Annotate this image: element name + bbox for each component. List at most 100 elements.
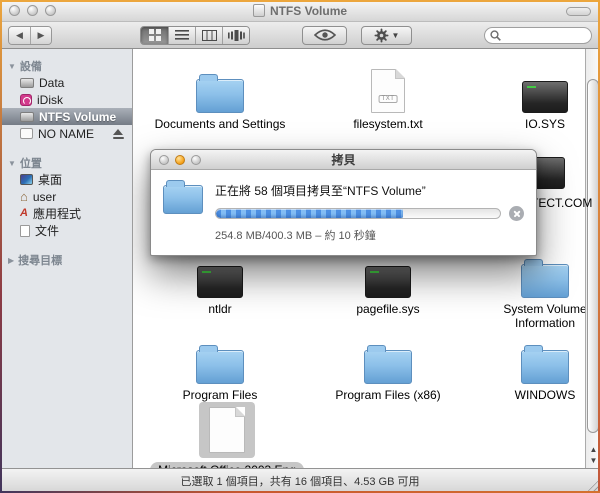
close-button[interactable]: [9, 5, 20, 16]
file-item[interactable]: WINDOWS: [470, 338, 600, 402]
devices-header-label: 設備: [20, 58, 42, 74]
copy-status-text: 正在將 58 個項目拷貝至“NTFS Volume”: [215, 182, 524, 199]
status-text: 已選取 1 個項目，共有 16 個項目、4.53 GB 可用: [181, 473, 420, 489]
sidebar-item-data[interactable]: Data: [0, 74, 132, 91]
sidebar-item-label: 應用程式: [33, 205, 81, 222]
file-item[interactable]: System Volume Information: [470, 252, 600, 330]
back-button[interactable]: ◀: [9, 27, 30, 44]
file-label: pagefile.sys: [356, 302, 419, 316]
back-icon: ◀: [16, 30, 23, 41]
file-label: filesystem.txt: [353, 117, 422, 131]
sidebar-item-label: 桌面: [38, 171, 62, 188]
file-item[interactable]: TXT filesystem.txt: [313, 67, 463, 131]
folder-icon: [196, 350, 244, 384]
file-label: System Volume Information: [489, 302, 600, 330]
toolbar: ◀ ▶: [0, 22, 600, 49]
search-field[interactable]: [484, 27, 592, 44]
file-item[interactable]: pagefile.sys: [313, 252, 463, 316]
screenshot-border: [0, 0, 2, 493]
finder-window: NTFS Volume ◀ ▶: [0, 0, 600, 493]
disclosure-triangle-icon: ▼: [8, 159, 16, 168]
quick-look-button[interactable]: [302, 26, 347, 45]
dialog-titlebar[interactable]: 拷貝: [151, 150, 536, 170]
copy-folder-icon: [163, 185, 203, 214]
column-view-icon: [202, 30, 217, 41]
minimize-button[interactable]: [27, 5, 38, 16]
dos-executable-icon: [197, 266, 243, 298]
file-item-selected[interactable]: Microsoft.Office.2003.Eng: [142, 400, 312, 468]
sidebar-item-label: NTFS Volume: [39, 110, 116, 124]
file-label: TECT.COM: [531, 196, 592, 210]
volume-proxy-icon: [253, 4, 265, 17]
folder-icon: [364, 350, 412, 384]
copy-detail-text: 254.8 MB/400.3 MB – 約 10 秒鐘: [215, 227, 524, 243]
sidebar-item-no-name[interactable]: NO NAME: [0, 125, 132, 142]
sidebar-section-places[interactable]: ▼ 位置: [0, 155, 132, 171]
sidebar-item-label: user: [33, 190, 56, 204]
selection-highlight: [199, 402, 255, 458]
gear-icon: [374, 28, 389, 43]
zoom-button[interactable]: [45, 5, 56, 16]
disclosure-triangle-icon: ▼: [8, 62, 16, 71]
grid-view-icon: [149, 29, 161, 41]
copy-progress-dialog: 拷貝 正在將 58 個項目拷貝至“NTFS Volume” 254.8 MB/4…: [150, 149, 537, 256]
view-switcher: [140, 26, 250, 45]
folder-icon: [521, 350, 569, 384]
file-item[interactable]: Documents and Settings: [145, 67, 295, 131]
column-view-button[interactable]: [195, 27, 222, 44]
eject-icon[interactable]: [113, 129, 124, 139]
scroll-up-icon[interactable]: ▲: [590, 444, 598, 455]
sidebar-item-label: Data: [39, 76, 64, 90]
sidebar-item-ntfs-volume[interactable]: NTFS Volume: [0, 108, 132, 125]
sidebar: ▼ 設備 Data iDisk NTFS Volume NO NAME: [0, 49, 133, 468]
file-label: WINDOWS: [515, 388, 576, 402]
chevron-down-icon: ▼: [392, 31, 400, 40]
copy-progress-bar: [215, 208, 501, 219]
sidebar-item-label: NO NAME: [38, 127, 94, 141]
file-label: Documents and Settings: [155, 117, 286, 131]
file-label: Program Files (x86): [335, 388, 440, 402]
sidebar-item-applications[interactable]: A 應用程式: [0, 205, 132, 222]
txt-file-icon: TXT: [371, 69, 405, 113]
dos-executable-icon: [365, 266, 411, 298]
sidebar-section-search-for[interactable]: ▶ 搜尋目標: [0, 252, 132, 268]
removable-drive-icon: [20, 128, 33, 139]
toolbar-toggle-button[interactable]: [566, 7, 591, 16]
folder-icon: [521, 264, 569, 298]
list-view-button[interactable]: [168, 27, 195, 44]
window-controls: [9, 5, 56, 16]
sidebar-section-devices[interactable]: ▼ 設備: [0, 58, 132, 74]
coverflow-view-icon: [228, 30, 245, 41]
list-view-icon: [175, 30, 189, 40]
sidebar-item-desktop[interactable]: 桌面: [0, 171, 132, 188]
scroll-down-icon[interactable]: ▼: [590, 455, 598, 466]
file-item[interactable]: Program Files: [145, 338, 295, 402]
coverflow-view-button[interactable]: [222, 27, 249, 44]
file-label: ntldr: [208, 302, 231, 316]
icon-view-button[interactable]: [141, 27, 168, 44]
sidebar-item-idisk[interactable]: iDisk: [0, 91, 132, 108]
screenshot-border: [0, 0, 600, 2]
desktop-icon: [20, 174, 33, 185]
document-icon: [20, 225, 30, 237]
dos-executable-icon: [522, 81, 568, 113]
sidebar-item-label: iDisk: [37, 93, 63, 107]
file-item[interactable]: IO.SYS: [470, 67, 600, 131]
sidebar-item-documents[interactable]: 文件: [0, 222, 132, 239]
resize-grip[interactable]: [585, 478, 598, 491]
cancel-copy-button[interactable]: [509, 206, 524, 221]
hard-drive-icon: [20, 112, 34, 122]
forward-button[interactable]: ▶: [30, 27, 51, 44]
search-input[interactable]: [504, 29, 584, 41]
action-menu-button[interactable]: ▼: [361, 26, 412, 45]
dialog-title: 拷貝: [151, 151, 536, 168]
copy-progress-fill: [216, 209, 403, 218]
sidebar-item-home[interactable]: ⌂ user: [0, 188, 132, 205]
file-item[interactable]: Program Files (x86): [313, 338, 463, 402]
document-file-icon: [209, 407, 245, 453]
window-titlebar[interactable]: NTFS Volume: [0, 0, 600, 22]
places-header-label: 位置: [20, 155, 42, 171]
file-item[interactable]: ntldr: [145, 252, 295, 316]
file-label: IO.SYS: [525, 117, 565, 131]
window-title: NTFS Volume: [270, 4, 347, 18]
